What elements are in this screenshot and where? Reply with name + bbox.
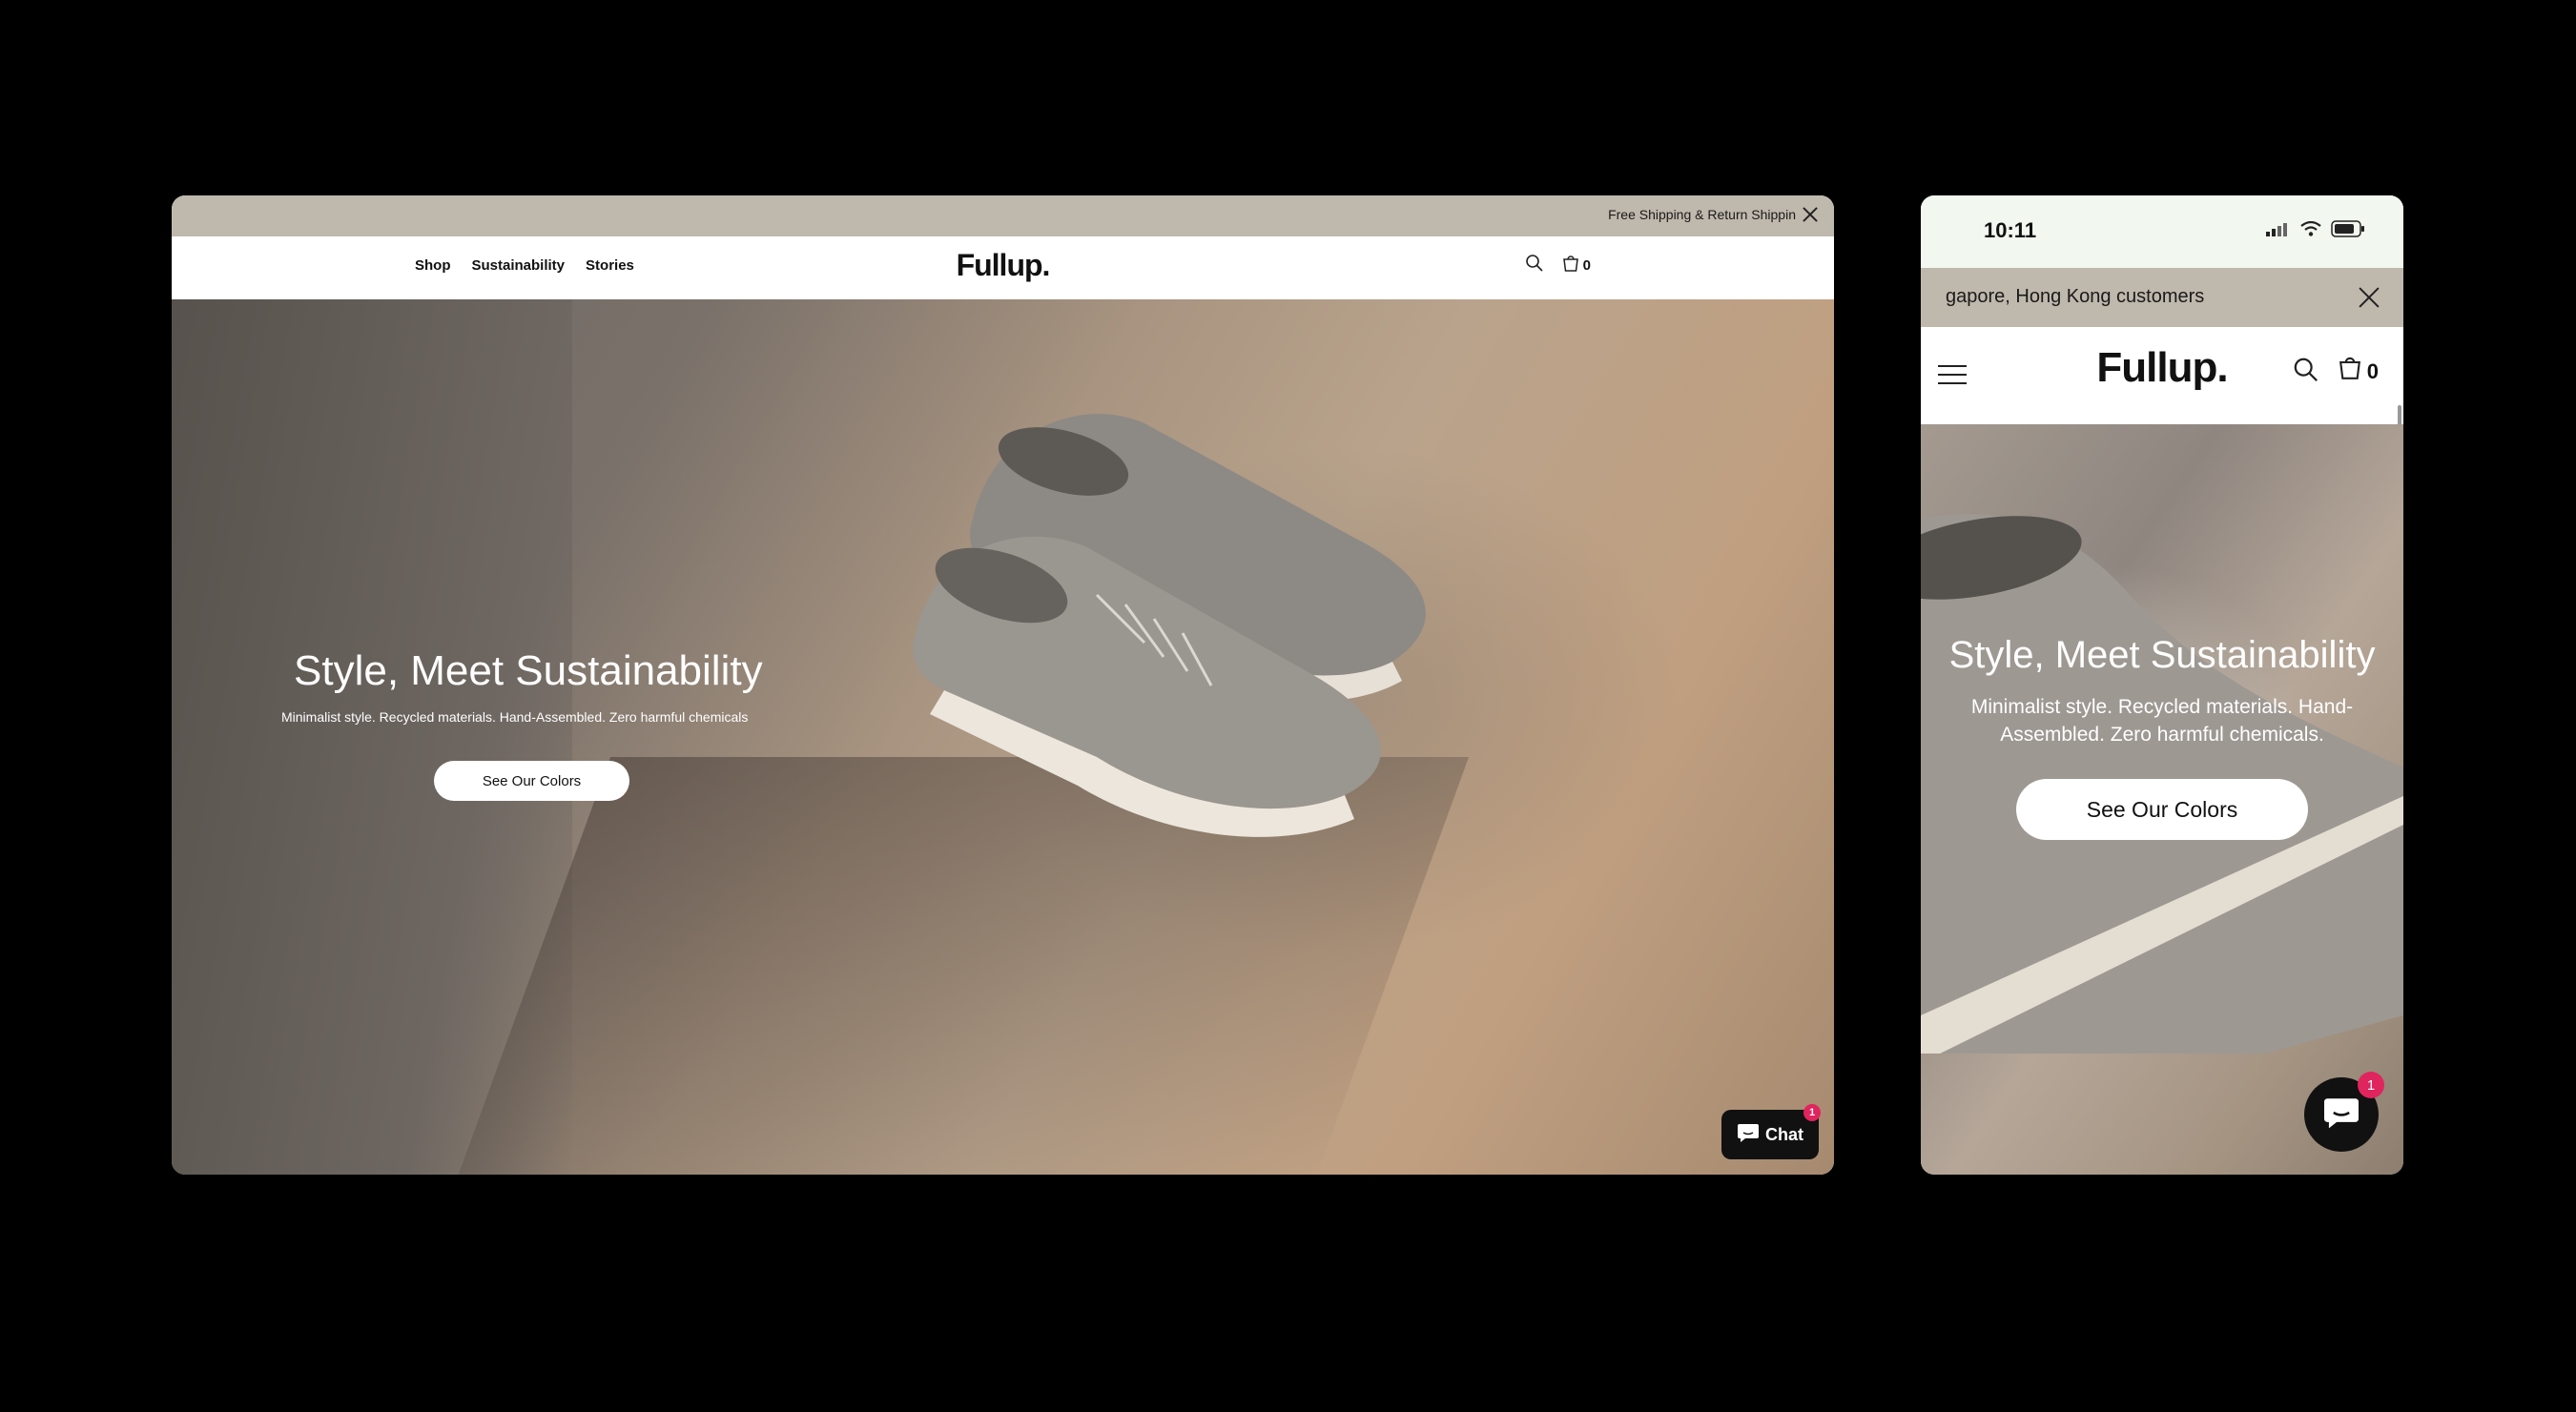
- mobile-header-icons: 0: [2293, 356, 2379, 388]
- mobile-hero-title: Style, Meet Sustainability: [1948, 634, 2376, 676]
- status-time: 10:11: [1984, 218, 2037, 242]
- hero-title: Style, Meet Sustainability: [294, 647, 763, 694]
- mobile-announcement-bar: gapore, Hong Kong customers: [1921, 268, 2403, 327]
- signal-icon: [2266, 221, 2291, 241]
- announcement-bar: Free Shipping & Return Shippin: [172, 195, 1834, 236]
- hero-banner: Style, Meet Sustainability Minimalist st…: [172, 299, 1834, 1175]
- close-icon[interactable]: [2356, 284, 2382, 311]
- shoe-image: [913, 414, 1426, 837]
- announcement-text: Free Shipping & Return Shippin: [1608, 207, 1796, 222]
- battery-icon: [2331, 220, 2365, 242]
- search-icon[interactable]: [1525, 254, 1544, 277]
- cart-icon: [1561, 255, 1580, 277]
- mobile-chat-badge: 1: [2358, 1072, 2384, 1098]
- menu-icon[interactable]: [1938, 363, 1967, 386]
- status-icons: [2266, 220, 2365, 242]
- chat-button[interactable]: Chat 1: [1721, 1104, 1821, 1159]
- cart-icon: [2337, 356, 2363, 388]
- mobile-site-logo[interactable]: Fullup.: [2096, 344, 2228, 392]
- shoe-image: [1921, 514, 2403, 1054]
- nav-item-shop[interactable]: Shop: [415, 257, 451, 274]
- hero-subtitle: Minimalist style. Recycled materials. Ha…: [281, 709, 749, 725]
- desktop-browser-frame: Free Shipping & Return Shippin Shop Sust…: [172, 195, 1834, 1175]
- main-nav: Shop Sustainability Stories: [415, 257, 634, 274]
- mobile-hero-subtitle: Minimalist style. Recycled materials. Ha…: [1970, 696, 2354, 746]
- mobile-see-our-colors-button[interactable]: See Our Colors: [2016, 779, 2308, 840]
- site-logo[interactable]: Fullup.: [957, 248, 1051, 283]
- wifi-icon: [2300, 220, 2321, 241]
- mobile-announcement-text: gapore, Hong Kong customers: [1946, 286, 2205, 307]
- chat-badge: 1: [1803, 1104, 1821, 1121]
- chat-icon: [1737, 1122, 1760, 1148]
- search-icon[interactable]: [2293, 357, 2319, 388]
- mobile-site-header: Fullup. 0: [1921, 327, 2403, 548]
- mobile-hero-banner: Style, Meet Sustainability Minimalist st…: [1921, 424, 2403, 1175]
- see-our-colors-button[interactable]: See Our Colors: [434, 761, 629, 801]
- close-icon[interactable]: [1800, 204, 1821, 225]
- chat-icon: [2322, 1095, 2360, 1135]
- status-bar: 10:11: [1921, 195, 2403, 268]
- cart-count: 0: [1582, 257, 1591, 274]
- mobile-cart-count: 0: [2366, 359, 2379, 383]
- cart-button[interactable]: 0: [1561, 255, 1591, 277]
- chat-label: Chat: [1765, 1124, 1803, 1144]
- nav-item-sustainability[interactable]: Sustainability: [472, 257, 566, 274]
- header-icons: 0: [1525, 254, 1591, 277]
- site-header: Shop Sustainability Stories Fullup. 0: [172, 236, 1834, 299]
- mobile-phone-frame: 10:11 gapore, Hong Kong customers Fullup…: [1921, 195, 2403, 1175]
- mobile-cart-button[interactable]: 0: [2337, 356, 2379, 388]
- mobile-chat-button[interactable]: 1: [2304, 1072, 2384, 1152]
- nav-item-stories[interactable]: Stories: [586, 257, 634, 274]
